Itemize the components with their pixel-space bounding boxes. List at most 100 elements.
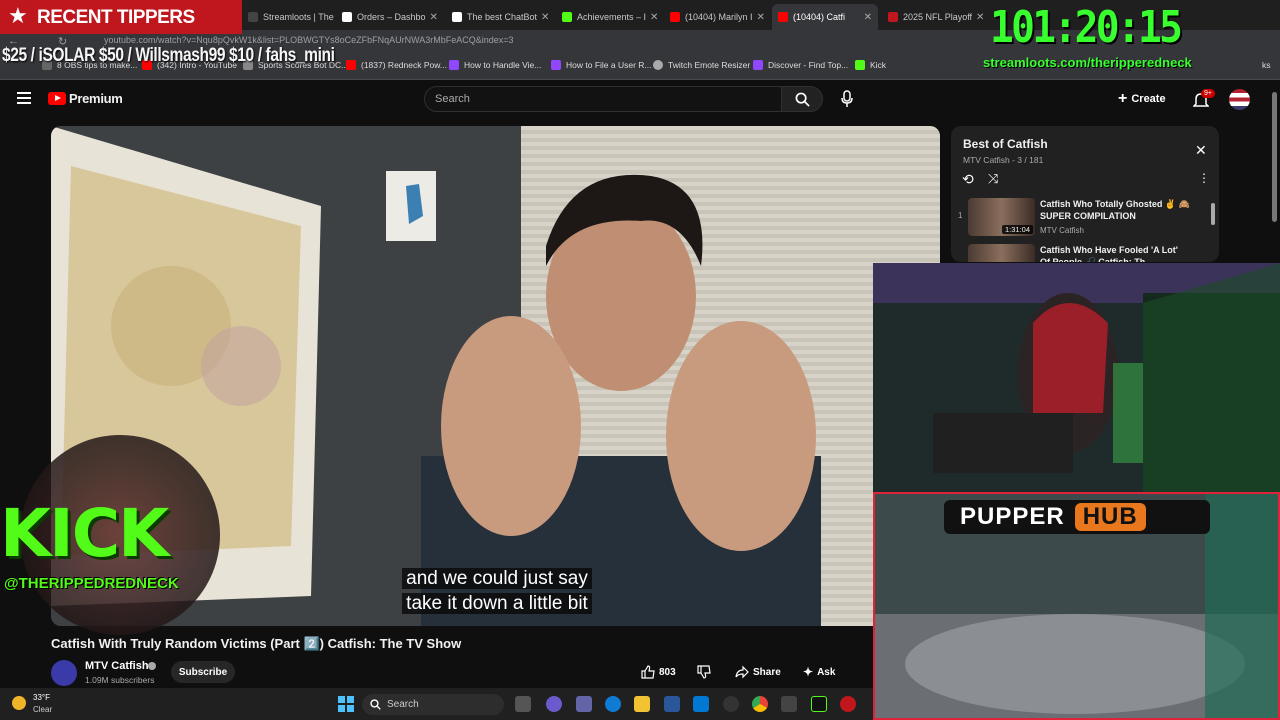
bookmark-label: How to File a User R... — [566, 60, 652, 70]
kick-logo: KICK — [0, 495, 169, 572]
webcam-frame — [873, 263, 1280, 493]
windows-start-icon[interactable] — [338, 696, 354, 712]
tab-favicon — [562, 12, 572, 22]
close-icon[interactable]: ✕ — [860, 12, 872, 23]
browser-tab[interactable]: Achievements – I ✕ — [556, 4, 662, 30]
outlook-icon[interactable] — [693, 696, 709, 712]
playlist-thumbnail — [968, 244, 1035, 262]
close-icon[interactable]: ✕ — [537, 12, 549, 23]
tab-favicon — [778, 12, 788, 22]
edge-icon[interactable] — [605, 696, 621, 712]
browser-tab-active[interactable]: (10404) Catfi ✕ — [772, 4, 878, 30]
browser-tab[interactable]: 2025 NFL Playoff ✕ — [882, 4, 986, 30]
like-count: 803 — [659, 666, 676, 678]
app-icon[interactable] — [781, 696, 797, 712]
bookmark-item[interactable]: How to Handle Vie... — [449, 60, 541, 70]
weather-condition: Clear — [33, 705, 53, 714]
youtube-logo-icon[interactable] — [48, 92, 66, 105]
like-button[interactable]: 803 — [641, 661, 676, 683]
pupper-hub-banner: PUPPER HUB — [944, 500, 1210, 534]
tab-label: (10404) Catfi — [793, 12, 846, 22]
app-icon[interactable] — [840, 696, 856, 712]
playlist-item-channel: MTV Catfish — [1040, 226, 1085, 235]
channel-avatar[interactable] — [51, 660, 77, 686]
chrome-icon[interactable] — [752, 696, 768, 712]
store-icon[interactable] — [664, 696, 680, 712]
share-button[interactable]: Share — [735, 661, 781, 683]
dislike-button[interactable] — [697, 661, 711, 683]
video-caption: and we could just say take it down a lit… — [386, 566, 608, 616]
weather-temp[interactable]: 33°F — [33, 693, 50, 702]
playlist-item-title: Catfish Who Have Fooled 'A Lot' Of Peopl… — [1040, 245, 1178, 262]
twitch-icon — [753, 60, 763, 70]
tab-favicon — [452, 12, 462, 22]
kick-app-icon[interactable] — [811, 696, 827, 712]
create-label: Create — [1131, 93, 1166, 105]
menu-icon[interactable] — [17, 92, 31, 104]
copilot-icon[interactable] — [546, 696, 562, 712]
logo-text[interactable]: Premium — [69, 91, 123, 106]
tipper-ticker: $25 / iSOLAR $50 / Willsmash99 $10 / fah… — [2, 45, 335, 66]
microphone-icon[interactable] — [840, 90, 854, 113]
tab-label: 2025 NFL Playoff — [903, 12, 973, 22]
recent-tippers-title: RECENT TIPPERS — [37, 7, 195, 28]
subscribe-button[interactable]: Subscribe — [171, 661, 235, 683]
weather-icon[interactable] — [12, 696, 26, 710]
search-input[interactable]: Search — [424, 86, 782, 112]
close-icon[interactable]: ✕ — [972, 12, 984, 23]
verified-icon — [148, 662, 156, 670]
video-title: Catfish With Truly Random Victims (Part … — [51, 636, 462, 651]
browser-tab[interactable]: (10404) Marilyn I ✕ — [664, 4, 770, 30]
playlist-title[interactable]: Best of Catfish — [963, 137, 1048, 151]
bookmark-label: Twitch Emote Resizer — [668, 60, 751, 70]
subscriber-count: 1.09M subscribers — [85, 675, 155, 685]
taskbar-search[interactable]: Search — [362, 694, 504, 715]
browser-tab[interactable]: The best ChatBot ✕ — [446, 4, 552, 30]
tab-favicon — [248, 12, 258, 22]
bookmarks-more[interactable]: ks — [1262, 60, 1271, 70]
tab-favicon — [888, 12, 898, 22]
search-button[interactable] — [781, 86, 823, 112]
playlist-item[interactable]: 1 1:31:04 Catfish Who Totally Ghosted ✌️… — [958, 198, 1208, 238]
subathon-timer: 101:20:15 — [990, 2, 1183, 53]
pupper-hub-badge: HUB — [1074, 503, 1146, 531]
more-icon[interactable]: ⋮ — [1198, 171, 1210, 185]
playlist-scrollbar[interactable] — [1211, 203, 1215, 225]
shuffle-icon[interactable]: ⤨ — [988, 171, 998, 187]
playlist-subtitle: MTV Catfish - 3 / 181 — [963, 155, 1044, 165]
close-icon[interactable]: ✕ — [646, 12, 658, 23]
bookmark-label: Kick — [870, 60, 887, 70]
ask-button[interactable]: ✦ Ask — [803, 661, 835, 683]
search-placeholder: Search — [435, 93, 470, 105]
obs-icon[interactable] — [723, 696, 739, 712]
teams-icon[interactable] — [576, 696, 592, 712]
file-explorer-icon[interactable] — [634, 696, 650, 712]
bookmark-item[interactable]: How to File a User R... — [551, 60, 652, 70]
bookmark-item[interactable]: Discover - Find Top... — [753, 60, 848, 70]
plus-icon: + — [1118, 90, 1128, 107]
create-button[interactable]: + Create — [1118, 87, 1180, 111]
loop-icon[interactable]: ⟲ — [962, 171, 974, 188]
playlist-item[interactable]: Catfish Who Have Fooled 'A Lot' Of Peopl… — [958, 244, 1208, 262]
globe-icon — [653, 60, 663, 70]
timer-url: streamloots.com/theripperedneck — [983, 55, 1192, 70]
caption-line: and we could just say — [402, 568, 592, 589]
task-view-icon[interactable] — [515, 696, 531, 712]
close-icon[interactable]: ✕ — [753, 12, 765, 23]
page-scrollbar[interactable] — [1272, 92, 1277, 222]
close-icon[interactable]: ✕ — [1195, 142, 1207, 159]
avatar[interactable] — [1229, 89, 1250, 110]
thumbs-up-icon — [641, 665, 655, 679]
browser-tab[interactable]: Orders – Dashbo ✕ — [336, 4, 442, 30]
twitch-icon — [551, 60, 561, 70]
bookmark-item[interactable]: Kick — [855, 60, 886, 70]
sparkle-icon: ✦ — [803, 665, 814, 679]
channel-name[interactable]: MTV Catfish — [85, 660, 149, 672]
bookmark-item[interactable]: (1837) Redneck Pow... — [346, 60, 447, 70]
bookmark-item[interactable]: Twitch Emote Resizer — [653, 60, 750, 70]
youtube-icon — [346, 60, 356, 70]
browser-tab[interactable]: Streamloots | The✕ — [242, 4, 334, 30]
tab-label: (10404) Marilyn I — [685, 12, 753, 22]
url-field[interactable]: youtube.com/watch?v=Nqu8pQvkW1k&list=PLO… — [104, 35, 514, 45]
close-icon[interactable]: ✕ — [426, 12, 438, 23]
